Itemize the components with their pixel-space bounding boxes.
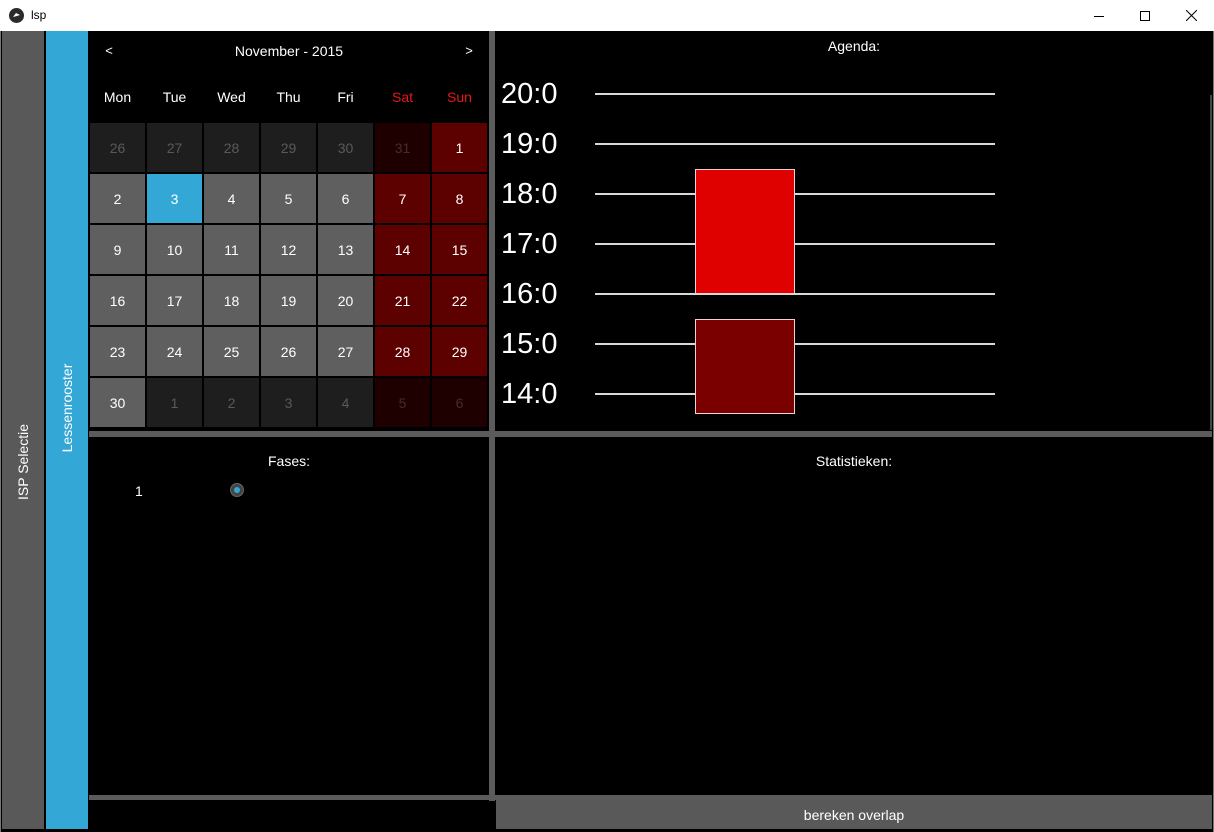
- tab-lessenrooster[interactable]: Lessenrooster: [46, 31, 88, 829]
- agenda-hour-label: 19:0: [501, 128, 558, 160]
- dayname-sat: Sat: [391, 89, 413, 105]
- dayname-thu: Thu: [276, 89, 301, 105]
- agenda-hour-line: [595, 343, 995, 345]
- agenda-hour-label: 20:0: [501, 78, 558, 110]
- calendar-grid: 26 27 28 29 30 31 1 2 3 4 5 6 7 8 9 10 11 12 13 14 15 16 17 18 1…: [89, 122, 488, 431]
- dayname-tue: Tue: [162, 89, 187, 105]
- calendar-day-other-27[interactable]: 27: [147, 123, 202, 172]
- calendar-day-15[interactable]: 15: [432, 225, 487, 274]
- agenda-hour-line: [595, 293, 995, 295]
- maximize-icon: [1140, 10, 1150, 21]
- prev-month-button[interactable]: <: [99, 43, 119, 58]
- calendar-day-30[interactable]: 30: [90, 378, 145, 427]
- maximize-button[interactable]: [1122, 0, 1168, 31]
- agenda-hour-label: 14:0: [501, 378, 558, 410]
- calendar-day-14[interactable]: 14: [375, 225, 430, 274]
- calendar-day-21[interactable]: 21: [375, 276, 430, 325]
- vertical-splitter[interactable]: [489, 31, 495, 801]
- close-button[interactable]: [1168, 0, 1214, 31]
- calendar-day-3[interactable]: 3: [147, 174, 202, 223]
- agenda-hour-line: [595, 393, 995, 395]
- tab-isp-selectie-label: ISP Selectie: [15, 423, 31, 501]
- calendar-day-other-2[interactable]: 2: [204, 378, 259, 427]
- calendar-day-other-6[interactable]: 6: [432, 378, 487, 427]
- agenda-event-block[interactable]: [695, 319, 795, 414]
- calendar-day-13[interactable]: 13: [318, 225, 373, 274]
- close-icon: [1185, 10, 1197, 21]
- calendar-day-10[interactable]: 10: [147, 225, 202, 274]
- calendar-day-other-31[interactable]: 31: [375, 123, 430, 172]
- calendar-day-2[interactable]: 2: [90, 174, 145, 223]
- calendar-day-4[interactable]: 4: [204, 174, 259, 223]
- agenda-hour-line: [595, 193, 995, 195]
- app-icon: [9, 8, 24, 23]
- calendar-day-24[interactable]: 24: [147, 327, 202, 376]
- calendar-day-29[interactable]: 29: [432, 327, 487, 376]
- calendar-day-22[interactable]: 22: [432, 276, 487, 325]
- calendar-day-other-28[interactable]: 28: [204, 123, 259, 172]
- bereken-overlap-button[interactable]: bereken overlap: [496, 800, 1212, 829]
- agenda-title: Agenda:: [827, 38, 881, 54]
- agenda-hour-line: [595, 93, 995, 95]
- calendar-day-other-29[interactable]: 29: [261, 123, 316, 172]
- calendar-day-27[interactable]: 27: [318, 327, 373, 376]
- calendar-day-28[interactable]: 28: [375, 327, 430, 376]
- calendar-day-other-5[interactable]: 5: [375, 378, 430, 427]
- fase-radio[interactable]: [230, 483, 244, 497]
- agenda-hour-label: 15:0: [501, 328, 558, 360]
- calendar-day-26[interactable]: 26: [261, 327, 316, 376]
- calendar-day-23[interactable]: 23: [90, 327, 145, 376]
- fases-title: Fases:: [267, 453, 310, 469]
- calendar-day-9[interactable]: 9: [90, 225, 145, 274]
- calendar-day-18[interactable]: 18: [204, 276, 259, 325]
- dayname-wed: Wed: [217, 89, 246, 105]
- calendar-day-6[interactable]: 6: [318, 174, 373, 223]
- dayname-mon: Mon: [103, 89, 132, 105]
- minimize-icon: [1094, 15, 1104, 17]
- window-titlebar: [0, 0, 1214, 32]
- calendar-day-12[interactable]: 12: [261, 225, 316, 274]
- agenda-hour-line: [595, 243, 995, 245]
- calendar-day-20[interactable]: 20: [318, 276, 373, 325]
- fase-item-label: 1: [135, 483, 143, 499]
- calendar-day-7[interactable]: 7: [375, 174, 430, 223]
- agenda-hour-line: [595, 143, 995, 145]
- calendar-day-other-30[interactable]: 30: [318, 123, 373, 172]
- dayname-fri: Fri: [337, 89, 354, 105]
- calendar-day-other-26[interactable]: 26: [90, 123, 145, 172]
- calendar-day-25[interactable]: 25: [204, 327, 259, 376]
- agenda-event-block[interactable]: [695, 169, 795, 294]
- calendar-day-other-1[interactable]: 1: [147, 378, 202, 427]
- calendar-day-1[interactable]: 1: [432, 123, 487, 172]
- calendar-day-5[interactable]: 5: [261, 174, 316, 223]
- agenda-hour-label: 17:0: [501, 228, 558, 260]
- calendar-day-other-3[interactable]: 3: [261, 378, 316, 427]
- agenda-scrollbar[interactable]: [1210, 95, 1212, 430]
- calendar-day-other-4[interactable]: 4: [318, 378, 373, 427]
- calendar-day-17[interactable]: 17: [147, 276, 202, 325]
- calendar-day-16[interactable]: 16: [90, 276, 145, 325]
- next-month-button[interactable]: >: [459, 43, 479, 58]
- horizontal-splitter-top[interactable]: [89, 431, 1212, 437]
- agenda-hour-label: 18:0: [501, 178, 558, 210]
- dayname-sun: Sun: [447, 89, 472, 105]
- month-title: November - 2015: [234, 43, 344, 59]
- statistieken-title: Statistieken:: [815, 453, 893, 469]
- minimize-button[interactable]: [1076, 0, 1122, 31]
- calendar-day-11[interactable]: 11: [204, 225, 259, 274]
- calendar-day-8[interactable]: 8: [432, 174, 487, 223]
- calendar-day-19[interactable]: 19: [261, 276, 316, 325]
- tab-isp-selectie[interactable]: ISP Selectie: [2, 31, 44, 829]
- agenda-hour-label: 16:0: [501, 278, 558, 310]
- window-title: lsp: [31, 8, 47, 22]
- tab-lessenrooster-label: Lessenrooster: [59, 363, 75, 453]
